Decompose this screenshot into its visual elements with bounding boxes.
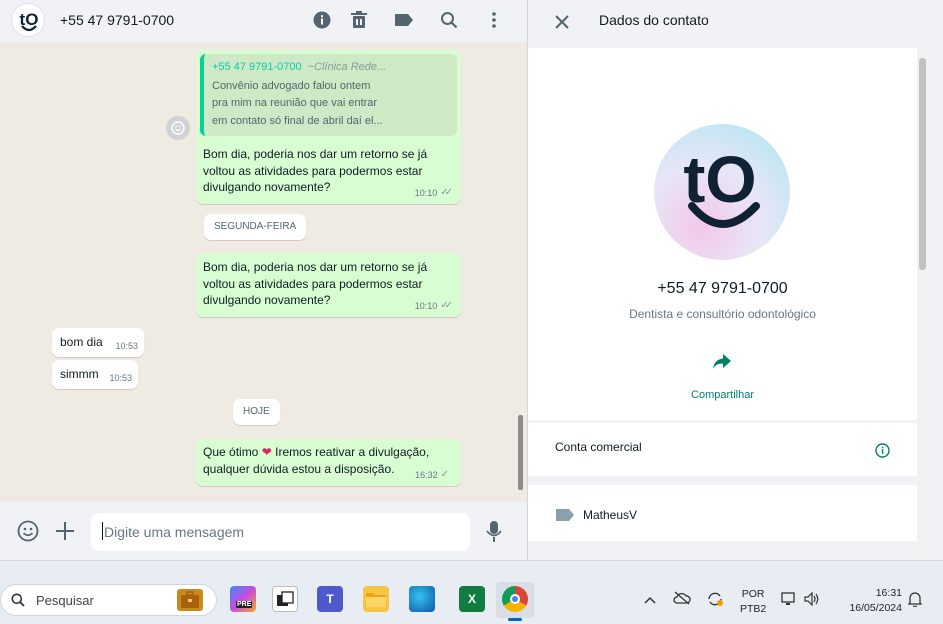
taskbar: Pesquisar PRE T X POR PTB2 16:31 16/05/2… [0, 560, 943, 624]
file-explorer-icon[interactable] [363, 586, 389, 612]
emoji-icon[interactable] [17, 520, 39, 547]
text-caret [102, 522, 103, 540]
quoted-text: Convênio advogado falou ontem pra mim na… [212, 79, 383, 127]
app-window: tO +55 47 9791-0700 +55 47 9791-0700 ~Cl… [0, 0, 943, 624]
profile-card: tO +55 47 9791-0700 Dentista e consultór… [528, 48, 917, 420]
close-icon[interactable] [555, 15, 569, 34]
share-icon[interactable] [710, 351, 734, 373]
chat-messages[interactable]: +55 47 9791-0700 ~Clínica Rede... Convêni… [0, 42, 527, 502]
chat-scrollbar[interactable] [518, 415, 523, 490]
language-indicator[interactable]: POR PTB2 [740, 587, 766, 617]
outgoing-message[interactable]: +55 47 9791-0700 ~Clínica Rede... Convêni… [196, 50, 461, 204]
quoted-message[interactable]: +55 47 9791-0700 ~Clínica Rede... Convêni… [200, 54, 457, 136]
outgoing-message[interactable]: Que ótimo ❤ Iremos reativar a divulgação… [196, 439, 461, 486]
clock-time: 16:31 [875, 587, 902, 599]
info-icon[interactable] [311, 9, 333, 31]
message-time: 10:10 [414, 187, 438, 198]
read-ticks-icon: ✓✓ [440, 186, 453, 198]
panel-scrollbar[interactable] [919, 58, 926, 270]
business-account-label: Conta comercial [555, 440, 642, 454]
search-icon [11, 593, 25, 612]
date-divider: HOJE [233, 399, 280, 425]
search-placeholder: Pesquisar [36, 593, 94, 608]
chat-header: tO +55 47 9791-0700 [0, 0, 527, 42]
microphone-icon[interactable] [486, 521, 502, 548]
outgoing-message[interactable]: Bom dia, poderia nos dar um retorno se j… [196, 253, 461, 317]
incoming-message[interactable]: simmm 10:53 [52, 360, 138, 389]
tag-icon [555, 508, 575, 527]
attach-plus-icon[interactable] [56, 522, 74, 545]
clock-date: 16/05/2024 [849, 602, 902, 614]
contact-description: Dentista e consultório odontológico [629, 307, 816, 321]
incoming-message[interactable]: bom dia 10:53 [52, 328, 144, 357]
delivered-tick-icon: ✓ [440, 468, 449, 480]
react-emoji-icon[interactable] [166, 116, 190, 140]
message-text: simmm [60, 367, 99, 381]
edge-icon[interactable] [409, 586, 435, 612]
chrome-icon[interactable] [502, 586, 528, 612]
chevron-up-icon[interactable] [644, 592, 656, 607]
message-text: bom dia [60, 335, 103, 349]
task-view-icon[interactable] [272, 586, 298, 612]
panel-header: Dados do contato [528, 0, 943, 48]
notification-bell-icon[interactable] [907, 591, 923, 610]
search-icon[interactable] [438, 9, 460, 31]
chat-avatar[interactable]: tO [11, 3, 45, 37]
contact-phone: +55 47 9791-0700 [657, 280, 788, 297]
message-meta: 10:10 ✓✓ [415, 185, 453, 202]
panel-title: Dados do contato [599, 12, 709, 28]
quoted-sender-name: ~Clínica Rede... [307, 61, 387, 73]
contact-avatar[interactable]: tO [654, 124, 790, 260]
copilot-icon[interactable]: PRE [230, 586, 256, 612]
briefcase-icon [177, 589, 203, 611]
active-app-indicator [508, 618, 522, 621]
delete-icon[interactable] [348, 9, 370, 31]
chat-title[interactable]: +55 47 9791-0700 [60, 12, 174, 28]
taskbar-search[interactable]: Pesquisar [0, 584, 217, 616]
heart-emoji-icon: ❤ [261, 445, 272, 459]
message-meta: 16:32 ✓ [415, 467, 453, 484]
share-button[interactable]: Compartilhar [528, 389, 917, 401]
teams-icon[interactable]: T [317, 586, 343, 612]
message-time: 10:53 [115, 340, 138, 351]
labels-section[interactable]: MatheusV [528, 485, 917, 541]
volume-icon[interactable] [804, 591, 820, 609]
menu-icon[interactable] [483, 9, 505, 31]
message-time: 10:10 [414, 300, 438, 311]
quoted-sender: +55 47 9791-0700 [212, 61, 302, 73]
business-info-icon[interactable] [875, 443, 890, 458]
message-time: 10:53 [109, 372, 132, 383]
excel-icon[interactable]: X [459, 586, 485, 612]
message-meta: 10:10 ✓✓ [415, 298, 453, 315]
sync-icon[interactable] [706, 591, 724, 610]
cloud-offline-icon[interactable] [673, 591, 691, 608]
message-text: Bom dia, poderia nos dar um retorno se j… [203, 147, 428, 194]
label-name: MatheusV [583, 508, 638, 522]
label-icon[interactable] [393, 9, 415, 31]
message-time: 16:32 [415, 469, 438, 480]
composer: Digite uma mensagem [0, 502, 527, 560]
date-divider: SEGUNDA-FEIRA [204, 214, 307, 240]
network-icon[interactable] [781, 592, 797, 609]
message-input[interactable]: Digite uma mensagem [91, 513, 470, 551]
read-ticks-icon: ✓✓ [440, 299, 453, 311]
message-text: Bom dia, poderia nos dar um retorno se j… [203, 260, 428, 307]
contact-info-panel: Dados do contato tO +55 47 9791-0700 Den… [527, 0, 943, 560]
business-account-row[interactable]: Conta comercial [528, 423, 917, 476]
message-text: Que ótimo ❤ Iremos reativar a divulgação… [203, 445, 430, 476]
system-clock[interactable]: 16:31 16/05/2024 [836, 586, 902, 616]
